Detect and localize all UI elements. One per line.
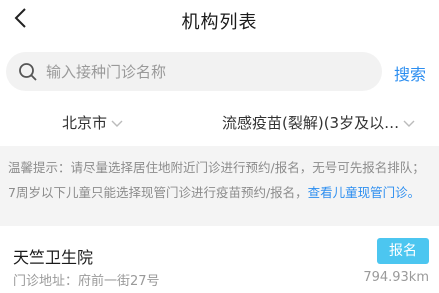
child-clinic-link[interactable]: 查看儿童现管门诊。 bbox=[308, 185, 421, 200]
clinic-distance: 794.93km bbox=[363, 270, 429, 285]
city-filter-label: 北京市 bbox=[62, 114, 108, 132]
filter-bar: 北京市 流感疫苗(裂解)(3岁及以… bbox=[0, 104, 439, 142]
search-input[interactable] bbox=[46, 52, 366, 91]
page-title: 机构列表 bbox=[181, 12, 258, 33]
vaccine-filter[interactable]: 流感疫苗(裂解)(3岁及以… bbox=[222, 112, 415, 133]
vaccine-filter-label: 流感疫苗(裂解)(3岁及以… bbox=[222, 114, 400, 132]
chevron-down-icon bbox=[111, 120, 123, 127]
notice-banner: 温馨提示：请尽量选择居住地附近门诊进行预约/报名，无号可先报名排队；7周岁以下儿… bbox=[0, 146, 439, 226]
header-bar: 机构列表 bbox=[0, 0, 439, 38]
list-item[interactable]: 天竺卫生院 门诊地址：府前一街27号 报名 794.93km bbox=[0, 226, 439, 293]
clinic-name: 天竺卫生院 bbox=[13, 248, 94, 267]
search-button[interactable]: 搜索 bbox=[394, 61, 426, 85]
city-filter[interactable]: 北京市 bbox=[62, 112, 123, 133]
search-bar: 搜索 bbox=[0, 52, 439, 92]
search-icon bbox=[19, 63, 37, 81]
search-box[interactable] bbox=[6, 52, 382, 91]
chevron-down-icon bbox=[403, 120, 415, 127]
register-button[interactable]: 报名 bbox=[377, 238, 429, 264]
clinic-address: 门诊地址：府前一街27号 bbox=[13, 274, 160, 289]
